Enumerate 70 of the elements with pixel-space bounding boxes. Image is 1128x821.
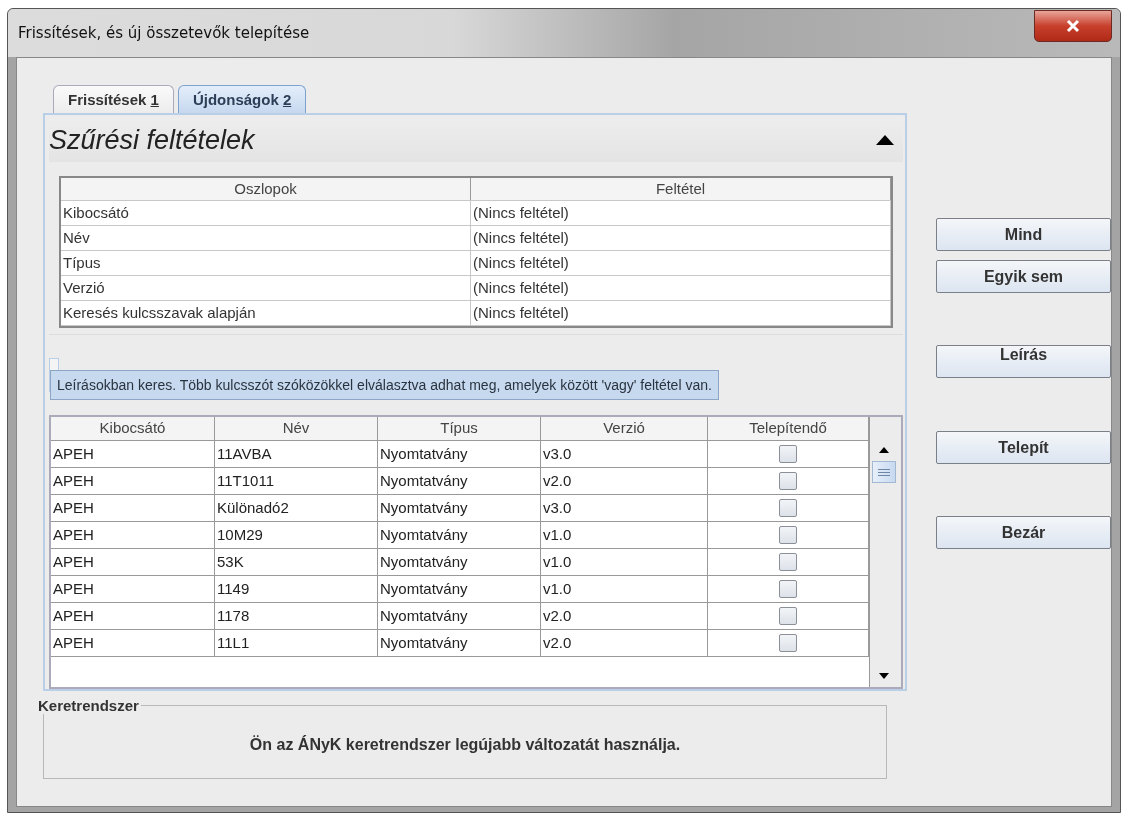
scrollbar-thumb[interactable]: [871, 461, 896, 483]
tab[interactable]: Újdonságok 2: [177, 85, 307, 113]
table-cell: 10M29: [215, 522, 378, 548]
tooltip: Leírásokban keres. Több kulcsszót szóközökkel elválasztva adhat meg, amelyek között 'vagy' feltétel van.: [50, 370, 719, 400]
table-cell: 11AVBA: [215, 441, 378, 467]
table-cell[interactable]: (Nincs feltétel): [471, 251, 891, 275]
tab[interactable]: Frissítések 1: [53, 85, 174, 113]
checkbox[interactable]: [779, 472, 797, 490]
group-title: Keretrendszer: [37, 697, 140, 714]
table-cell: v3.0: [541, 495, 708, 521]
table-cell: Nyomtatvány: [378, 441, 541, 467]
table-cell: v1.0: [541, 522, 708, 548]
table-cell: Nyomtatvány: [378, 630, 541, 656]
table-cell: 11T1011: [215, 468, 378, 494]
table-cell: Keresés kulcsszavak alapján: [61, 301, 471, 325]
action-button[interactable]: Leírás: [936, 345, 1111, 378]
table-cell: Különadó2: [215, 495, 378, 521]
table-cell: APEH: [51, 576, 215, 602]
table-cell: APEH: [51, 630, 215, 656]
status-message: Ön az ÁNyK keretrendszer legújabb változatát használja.: [248, 736, 682, 754]
table-cell: 11L1: [215, 630, 378, 656]
table-cell: Típus: [61, 251, 471, 275]
action-button[interactable]: Mind: [936, 218, 1111, 251]
filter-title: Szűrési feltételek: [49, 124, 255, 156]
table-cell: 1178: [215, 603, 378, 629]
checkbox[interactable]: [779, 499, 797, 517]
table-cell: v3.0: [541, 441, 708, 467]
table-cell[interactable]: (Nincs feltétel): [471, 201, 891, 225]
table-cell: v2.0: [541, 603, 708, 629]
table-cell: v1.0: [541, 549, 708, 575]
table-cell: Nyomtatvány: [378, 522, 541, 548]
table-cell: v2.0: [541, 630, 708, 656]
action-button[interactable]: Telepít: [936, 431, 1111, 464]
table-cell: Nyomtatvány: [378, 549, 541, 575]
window-title: Frissítések, és új összetevők telepítése: [18, 24, 310, 42]
table-cell: APEH: [51, 522, 215, 548]
collapse-icon[interactable]: [875, 134, 895, 146]
column-header[interactable]: Oszlopok: [61, 178, 471, 200]
action-button[interactable]: Egyik sem: [936, 260, 1111, 293]
table-cell: APEH: [51, 549, 215, 575]
table-cell[interactable]: (Nincs feltétel): [471, 276, 891, 300]
table-cell[interactable]: (Nincs feltétel): [471, 226, 891, 250]
checkbox[interactable]: [779, 526, 797, 544]
table-cell: 53K: [215, 549, 378, 575]
checkbox[interactable]: [779, 553, 797, 571]
action-button[interactable]: Bezár: [936, 516, 1111, 549]
scroll-down-icon[interactable]: [876, 671, 891, 681]
close-button[interactable]: [1034, 10, 1112, 42]
close-icon: [1065, 19, 1081, 33]
checkbox[interactable]: [779, 445, 797, 463]
column-header[interactable]: Feltétel: [471, 178, 891, 200]
table-cell: Nyomtatvány: [378, 603, 541, 629]
table-cell: Név: [61, 226, 471, 250]
table-cell: APEH: [51, 495, 215, 521]
table-cell: Nyomtatvány: [378, 468, 541, 494]
table-cell: v2.0: [541, 468, 708, 494]
table-cell: v1.0: [541, 576, 708, 602]
table-cell: APEH: [51, 441, 215, 467]
checkbox[interactable]: [779, 607, 797, 625]
table-cell: Kibocsátó: [61, 201, 471, 225]
table-cell: Nyomtatvány: [378, 576, 541, 602]
table-cell: APEH: [51, 468, 215, 494]
table-cell: Verzió: [61, 276, 471, 300]
checkbox[interactable]: [779, 580, 797, 598]
scroll-up-icon[interactable]: [876, 445, 891, 455]
table-cell: APEH: [51, 603, 215, 629]
table-cell[interactable]: (Nincs feltétel): [471, 301, 891, 325]
table-cell: Nyomtatvány: [378, 495, 541, 521]
table-cell: 1149: [215, 576, 378, 602]
checkbox[interactable]: [779, 634, 797, 652]
